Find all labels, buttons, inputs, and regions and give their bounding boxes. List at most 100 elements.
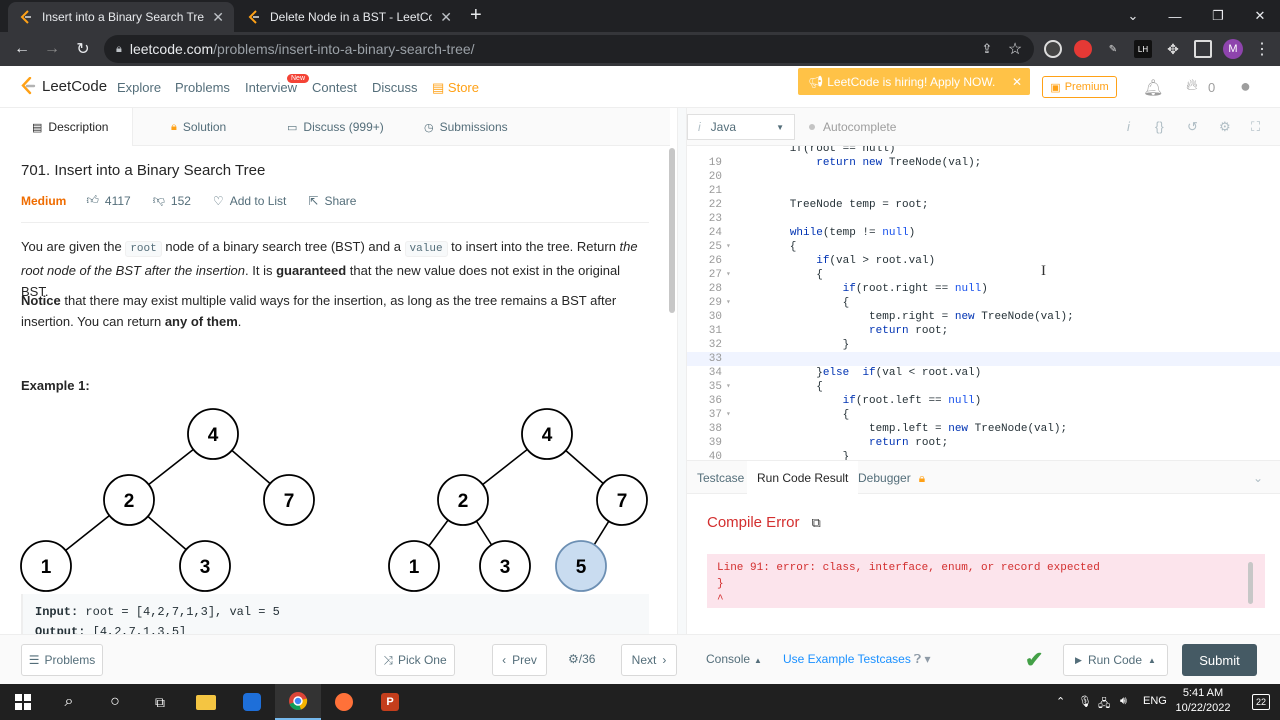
info-icon[interactable]: i [1127,119,1130,134]
tab-search-chevron-icon[interactable]: ⌄ [1113,0,1153,32]
tab-close-icon[interactable]: ✕ [212,9,224,26]
collapse-chevron-icon[interactable]: ⌄ [1253,461,1263,495]
panel-resize-handle[interactable] [677,108,687,634]
browser-tab-insert-bst[interactable]: Insert into a Binary Search Tree - ✕ [8,2,234,32]
extension-icon[interactable] [1044,40,1062,58]
search-icon[interactable]: ⌕ [46,684,92,720]
problem-notice: Notice that there may exist multiple val… [21,290,651,332]
autocomplete-toggle[interactable]: Autocomplete [809,120,896,134]
nav-problems[interactable]: Problems [175,80,230,95]
description-scrollbar[interactable] [669,148,675,313]
close-window-icon[interactable]: ✕ [1240,0,1280,32]
next-button[interactable]: Next › [621,644,677,676]
task-view-icon[interactable]: ⧉ [137,684,183,720]
chrome-taskbar-icon[interactable] [275,684,321,720]
premium-button[interactable]: ▣ Premium [1042,76,1117,98]
extension-icon[interactable] [1074,40,1092,58]
chrome-menu-icon[interactable]: ⋮ [1250,37,1274,61]
fold-chevron-icon[interactable]: ▾ [726,240,731,254]
maximize-icon[interactable]: ❐ [1198,0,1238,32]
extension-icon[interactable]: ✎ [1104,40,1122,58]
extension-icon[interactable]: LH [1134,40,1152,58]
user-avatar-icon[interactable]: ● [1240,76,1251,97]
leetcode-logo[interactable]: LeetCode [20,77,107,95]
share-page-icon[interactable]: ⇪ [975,37,999,61]
address-bar[interactable]: 🔒︎ leetcode.com /problems/insert-into-a-… [104,35,1034,63]
premium-icon: ▣ [1050,81,1061,94]
dislike-button[interactable]: 👎︎ 152 [153,193,191,208]
notification-bell-icon[interactable]: 🔔︎ [1143,78,1163,98]
fold-chevron-icon[interactable]: ▾ [726,408,731,422]
microphone-icon[interactable]: 🎙︎ [1078,695,1092,708]
tab-discuss[interactable]: ▭ Discuss (999+) [287,108,384,146]
console-toggle[interactable]: Console ▲ [706,652,762,666]
volume-icon[interactable]: 🔊︎ [1120,695,1127,708]
fold-chevron-icon[interactable]: ▾ [726,296,731,310]
tab-testcase[interactable]: Testcase [697,461,744,495]
forward-icon[interactable]: → [40,37,64,61]
fold-chevron-icon[interactable]: ▾ [726,380,731,394]
code-text: if(root == null) [737,146,896,155]
tab-debugger[interactable]: Debugger 🔒︎ [858,461,925,495]
side-panel-icon[interactable] [1194,40,1212,58]
nav-discuss[interactable]: Discuss [372,80,418,95]
tab-submissions[interactable]: ◷ Submissions [424,108,508,146]
problem-description: 701. Insert into a Binary Search Tree Me… [0,146,670,634]
submit-button[interactable]: Submit [1182,644,1257,676]
network-icon[interactable]: 🖧︎ [1098,695,1110,714]
cortana-icon[interactable]: ○ [92,684,138,720]
points-flame-icon[interactable]: 🔥︎ [1186,77,1198,95]
prev-button[interactable]: ‹ Prev [492,644,547,676]
add-to-list-button[interactable]: ♡ Add to List [213,194,286,208]
new-tab-icon[interactable]: + [470,5,482,25]
language-indicator[interactable]: ENG [1143,695,1167,707]
toggle-dot-icon [809,124,815,130]
thumbs-up-icon: 👍︎ [86,193,99,207]
code-line: 26 if(val > root.val) [687,254,1280,268]
tray-chevron-icon[interactable]: ⌃ [1056,695,1065,708]
powerpoint-icon[interactable]: P [367,684,413,720]
extensions-puzzle-icon[interactable]: ✥ [1164,40,1182,58]
settings-gear-icon[interactable]: ⚙ [1219,119,1231,135]
firefox-icon[interactable] [321,684,367,720]
code-editor[interactable]: if(root == null) 19 return new TreeNode(… [687,146,1280,460]
nav-store[interactable]: ▤ Store [432,80,479,96]
use-example-testcases-link[interactable]: Use Example Testcases [783,652,911,666]
hiring-banner[interactable]: 📢︎ LeetCode is hiring! Apply NOW. ✕ [798,68,1030,95]
tab-description[interactable]: ▤ Description [0,108,133,146]
problems-button[interactable]: ☰ Problems [21,644,103,676]
profile-avatar[interactable]: M [1223,39,1243,59]
fold-chevron-icon[interactable]: ▾ [726,268,731,282]
bookmark-star-icon[interactable]: ☆ [1003,37,1027,61]
close-icon[interactable]: ✕ [1012,75,1022,89]
tab-run-code-result[interactable]: Run Code Result [747,461,859,495]
error-scrollbar[interactable] [1248,562,1253,604]
line-number: 25 [708,241,722,253]
nav-contest[interactable]: Contest [312,80,357,95]
back-icon[interactable]: ← [10,37,34,61]
browser-tab-delete-bst[interactable]: Delete Node in a BST - LeetCode ✕ [236,2,462,32]
app-icon[interactable] [229,684,275,720]
help-icon[interactable]: ❓︎ ▾ [914,652,931,667]
pick-one-button[interactable]: ⤨ Pick One [375,644,455,676]
reload-icon[interactable]: ↻ [71,37,95,61]
file-explorer-icon[interactable] [183,684,229,720]
line-number: 24 [708,227,722,239]
reset-icon[interactable]: ↺ [1187,119,1198,135]
language-select[interactable]: i Java ▼ [687,114,795,140]
system-clock[interactable]: 5:41 AM 10/22/2022 [1168,686,1238,716]
run-code-button[interactable]: ▶ Run Code ▲ [1063,644,1168,676]
copy-icon[interactable]: ⧉ [812,515,821,531]
minimize-icon[interactable]: — [1155,0,1195,32]
like-button[interactable]: 👍︎ 4117 [86,193,130,208]
braces-icon[interactable]: {} [1155,119,1164,134]
share-button[interactable]: ⇱ Share [308,194,356,208]
nav-explore[interactable]: Explore [117,80,161,95]
tab-close-icon[interactable]: ✕ [440,9,452,26]
windows-start-icon[interactable] [0,684,46,720]
notification-center-icon[interactable]: 22 [1252,694,1270,710]
fullscreen-icon[interactable]: ⛶ [1251,119,1260,135]
code-text: } [737,451,850,460]
tab-solution[interactable]: 🔒︎ Solution [171,108,226,146]
code-line: 21 [687,184,1280,198]
